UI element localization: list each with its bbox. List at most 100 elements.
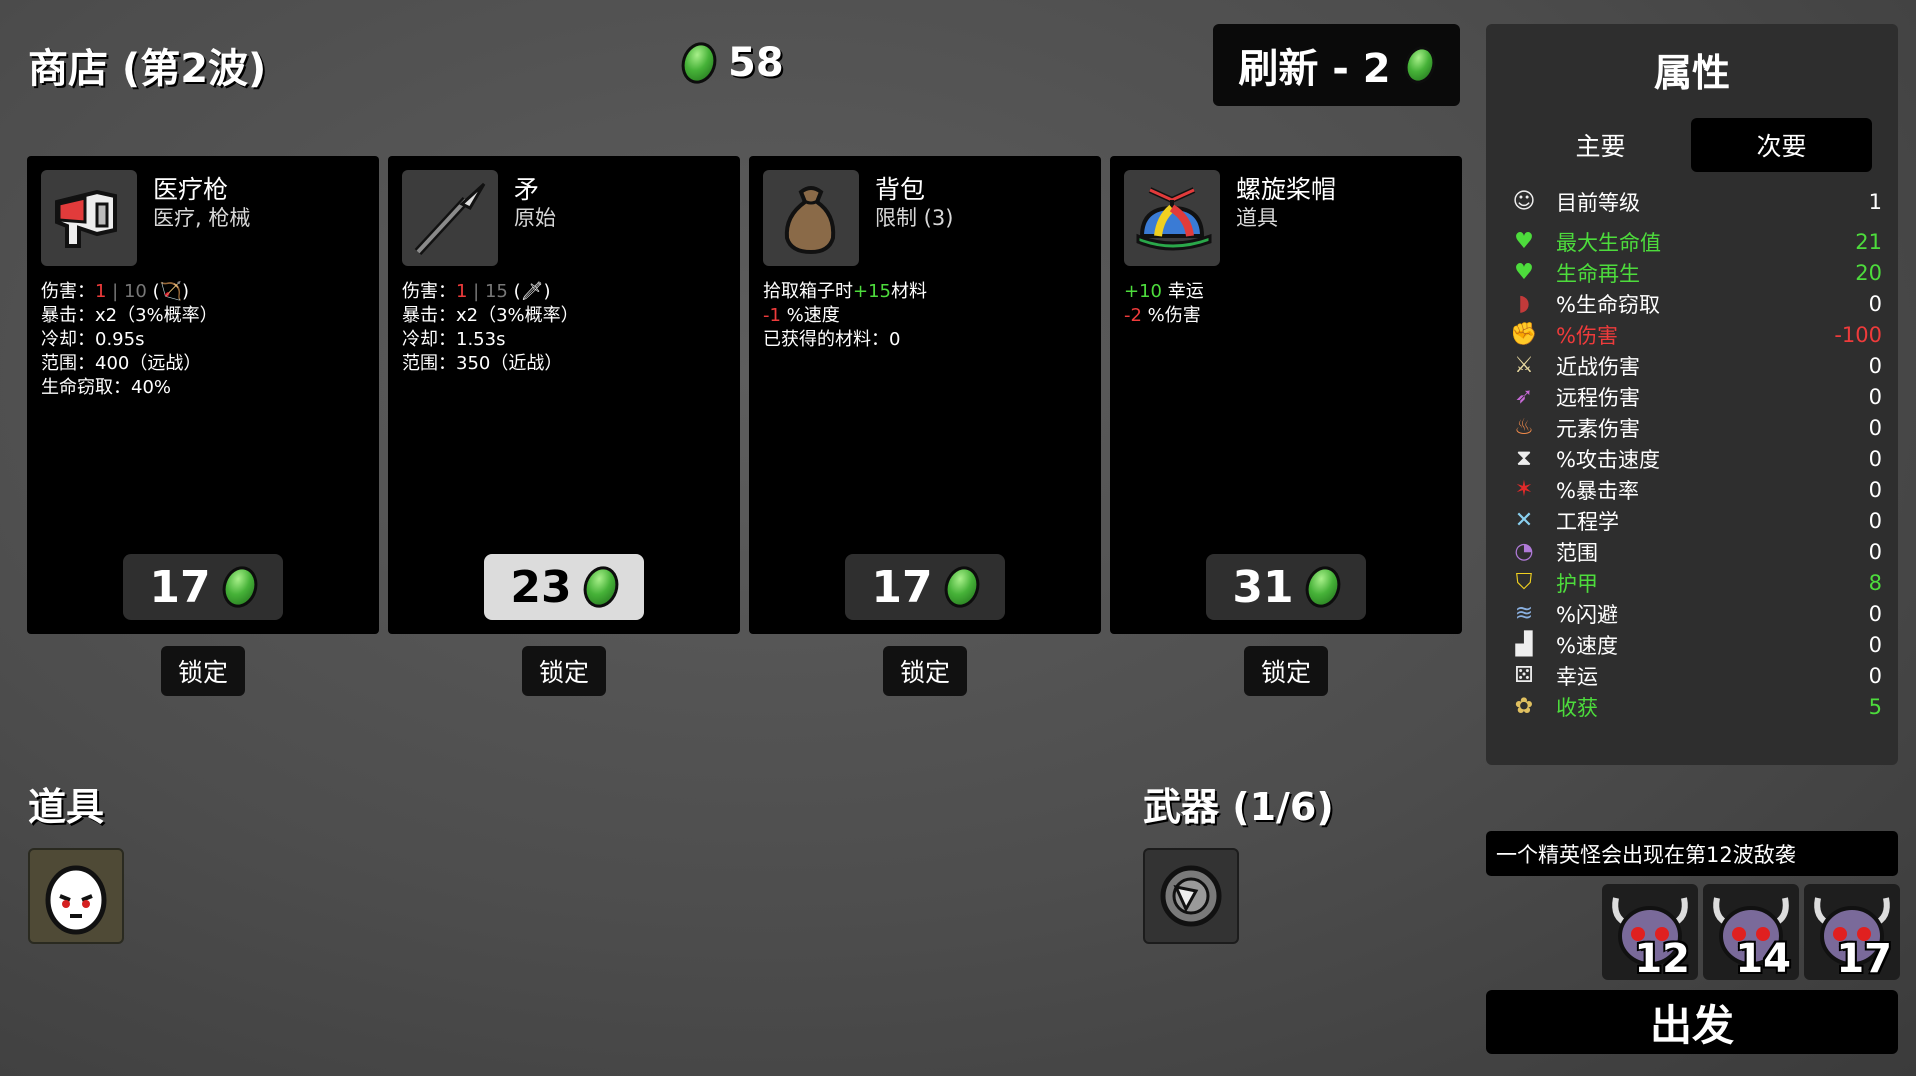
weapon-slot[interactable] xyxy=(1143,848,1239,944)
medical-gun-icon xyxy=(41,170,137,266)
stat-row: ♨ 元素伤害 0 xyxy=(1510,412,1882,443)
item-stats: 伤害：1 | 15 (🗡) 暴击：x2（3%概率） 冷却：1.53s 范围：35… xyxy=(402,280,579,376)
shield-weapon-icon xyxy=(1160,865,1222,927)
fang-icon: ◗ xyxy=(1518,291,1530,316)
stat-value: 0 xyxy=(1868,477,1882,502)
stats-list: ☺ 目前等级 1 ♥ 最大生命值 21 ♥ 生命再生 20 ◗ %生命窃取 0 ✊ %伤害 -100 ⚔ 近战伤… xyxy=(1510,186,1882,722)
hourglass-icon: ⧗ xyxy=(1516,446,1532,471)
stat-line-cooldown: 冷却：0.95s xyxy=(41,329,145,350)
crit-star-icon: ✶ xyxy=(1514,477,1534,502)
stat-value: 1 xyxy=(1868,189,1882,214)
shop-card-medical-gun: 医疗枪 医疗, 枪械 伤害：1 | 10 (🏹) 暴击：x2（3%概率） 冷却：… xyxy=(27,156,379,634)
heart-plus-icon: ♥ xyxy=(1514,260,1534,285)
stat-row: ✕ 工程学 0 xyxy=(1510,505,1882,536)
stat-row: ▟ %速度 0 xyxy=(1510,629,1882,660)
stats-panel-title: 属性 xyxy=(1653,51,1730,95)
material-coin-icon xyxy=(1399,42,1440,88)
stat-label: %生命窃取 xyxy=(1556,292,1660,317)
stat-row: ◔ 范围 0 xyxy=(1510,536,1882,567)
material-coin-icon xyxy=(938,561,985,613)
stat-row: ➶ 远程伤害 0 xyxy=(1510,381,1882,412)
wave-enemy-card: 12 xyxy=(1602,884,1698,982)
stat-line-damage: 伤害：1 | 10 (🏹) xyxy=(41,281,190,302)
shop-card-propeller-hat: 螺旋桨帽 道具 +10 幸运 -2 %伤害 31 xyxy=(1110,156,1462,634)
harvest-icon: ✿ xyxy=(1514,694,1534,719)
wave-enemy-card: 14 xyxy=(1703,884,1799,982)
stat-value: 0 xyxy=(1868,601,1882,626)
stat-label: 幸运 xyxy=(1556,664,1598,689)
stat-line-lifesteal: 生命窃取：40% xyxy=(41,377,172,398)
level-icon: ☺ xyxy=(1512,189,1536,214)
tab-primary[interactable]: 主要 xyxy=(1510,118,1691,172)
dodge-icon: ≋ xyxy=(1514,601,1534,626)
buy-button[interactable]: 23 xyxy=(484,554,644,620)
flame-icon: ♨ xyxy=(1514,415,1534,440)
lock-button[interactable]: 锁定 xyxy=(1244,646,1328,696)
stat-label: %速度 xyxy=(1556,633,1618,658)
backpack-icon xyxy=(763,170,859,266)
stat-line-damage: 伤害：1 | 15 (🗡) xyxy=(402,281,551,302)
stat-line-range: 范围：400（远战） xyxy=(41,353,202,374)
item-name: 背包 xyxy=(875,175,926,204)
stat-line-cooldown: 冷却：1.53s xyxy=(402,329,506,350)
buy-button[interactable]: 17 xyxy=(123,554,283,620)
stat-value: 8 xyxy=(1868,570,1882,595)
stat-row: ✊ %伤害 -100 xyxy=(1510,319,1882,350)
weapons-section-title: 武器 (1/6) xyxy=(1143,785,1334,829)
item-tags: 原始 xyxy=(514,206,556,230)
stat-value: 5 xyxy=(1868,694,1882,719)
stat-value: 0 xyxy=(1868,415,1882,440)
price-value: 31 xyxy=(1232,561,1294,613)
wave-number: 12 xyxy=(1634,936,1690,982)
dice-icon: ⚄ xyxy=(1514,663,1534,688)
stat-row: ✶ %暴击率 0 xyxy=(1510,474,1882,505)
stat-value: 0 xyxy=(1868,632,1882,657)
shop-title: 商店 (第2波) xyxy=(28,46,267,92)
buy-button[interactable]: 31 xyxy=(1206,554,1366,620)
item-slot[interactable] xyxy=(28,848,124,944)
item-tags: 道具 xyxy=(1236,206,1278,230)
propeller-hat-icon xyxy=(1124,170,1220,266)
item-stats: 拾取箱子时+15材料 -1 %速度 已获得的材料：0 xyxy=(763,280,927,352)
stat-value: 21 xyxy=(1855,229,1882,254)
stat-line-collected: 已获得的材料：0 xyxy=(763,329,901,350)
lock-button[interactable]: 锁定 xyxy=(522,646,606,696)
material-coin-icon xyxy=(216,561,263,613)
stat-row: ⧗ %攻击速度 0 xyxy=(1510,443,1882,474)
refresh-button[interactable]: 刷新 - 2 xyxy=(1213,24,1460,106)
stat-label: 远程伤害 xyxy=(1556,385,1640,410)
stat-line-damage: -2 %伤害 xyxy=(1124,305,1201,326)
lock-button[interactable]: 锁定 xyxy=(161,646,245,696)
stat-label: %攻击速度 xyxy=(1556,447,1660,472)
stat-row: ☺ 目前等级 1 xyxy=(1510,186,1882,217)
stat-line-luck: +10 幸运 xyxy=(1124,281,1204,302)
money-display: 58 xyxy=(676,37,784,89)
boot-icon: ▟ xyxy=(1515,632,1533,657)
stat-row: ♥ 生命再生 20 xyxy=(1510,257,1882,288)
stat-label: 生命再生 xyxy=(1556,261,1640,286)
stat-label: 目前等级 xyxy=(1556,190,1640,215)
stat-label: 护甲 xyxy=(1556,571,1598,596)
sword-icon: ⚔ xyxy=(1514,353,1534,378)
stat-line-speed: -1 %速度 xyxy=(763,305,840,326)
stat-row: ♥ 最大生命值 21 xyxy=(1510,226,1882,257)
price-value: 23 xyxy=(510,561,572,613)
lock-button[interactable]: 锁定 xyxy=(883,646,967,696)
heart-icon: ♥ xyxy=(1514,229,1534,254)
item-tags: 限制 (3) xyxy=(875,206,954,230)
buy-button[interactable]: 17 xyxy=(845,554,1005,620)
stat-row: ✿ 收获 5 xyxy=(1510,691,1882,722)
material-coin-icon xyxy=(676,37,722,89)
item-name: 医疗枪 xyxy=(153,175,229,204)
wave-enemy-card: 17 xyxy=(1804,884,1900,982)
material-coin-icon xyxy=(577,561,624,613)
muscle-icon: ✊ xyxy=(1510,322,1538,347)
shop-card-backpack: 背包 限制 (3) 拾取箱子时+15材料 -1 %速度 已获得的材料：0 17 xyxy=(749,156,1101,634)
stat-row: ≋ %闪避 0 xyxy=(1510,598,1882,629)
stat-label: 工程学 xyxy=(1556,509,1619,534)
tab-secondary[interactable]: 次要 xyxy=(1691,118,1872,172)
stat-label: 范围 xyxy=(1556,540,1598,565)
go-button[interactable]: 出发 xyxy=(1486,990,1898,1054)
item-stats: 伤害：1 | 10 (🏹) 暴击：x2（3%概率） 冷却：0.95s 范围：40… xyxy=(41,280,218,400)
wave-number: 17 xyxy=(1836,936,1892,982)
